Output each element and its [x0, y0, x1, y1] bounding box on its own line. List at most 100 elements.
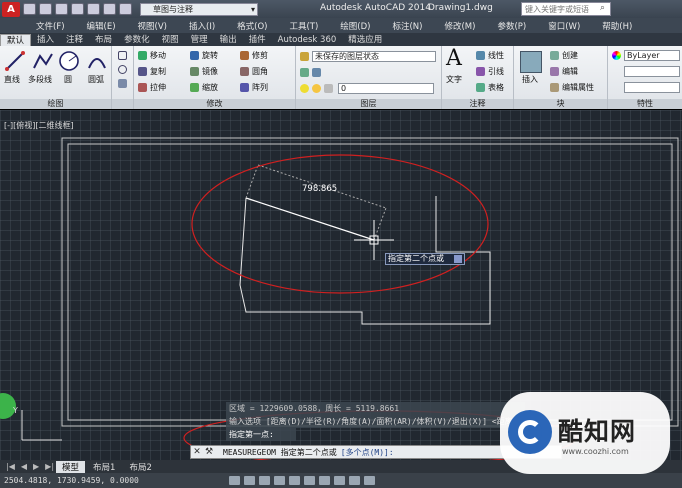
tab-output[interactable]: 输出 — [214, 34, 243, 46]
layer-on-icon[interactable] — [300, 84, 309, 93]
save-as-icon[interactable] — [71, 3, 84, 15]
search-icon[interactable]: ⌕ — [600, 3, 605, 13]
draw-panel-title[interactable]: 绘图 — [0, 99, 111, 109]
menu-view[interactable]: 视图(V) — [138, 20, 167, 32]
trim-label[interactable]: 修剪 — [252, 50, 268, 61]
current-layer-select[interactable]: 0 — [338, 83, 434, 94]
lineweight-select[interactable] — [624, 66, 680, 77]
rotate-label[interactable]: 旋转 — [202, 50, 218, 61]
move-icon[interactable] — [138, 51, 147, 60]
edit-block-icon[interactable] — [550, 67, 559, 76]
leader-label[interactable]: 引线 — [488, 66, 504, 77]
menu-insert[interactable]: 插入(I) — [189, 20, 215, 32]
trim-icon[interactable] — [240, 51, 249, 60]
tab-nav-prev-icon[interactable]: ◀ — [21, 462, 27, 471]
edit-attributes-icon[interactable] — [550, 83, 559, 92]
scale-label[interactable]: 缩放 — [202, 82, 218, 93]
hatch-icon[interactable] — [118, 79, 127, 88]
menu-edit[interactable]: 编辑(E) — [87, 20, 116, 32]
menu-tools[interactable]: 工具(T) — [289, 20, 318, 32]
scale-icon[interactable] — [190, 83, 199, 92]
autocad-logo-icon[interactable]: A — [2, 1, 20, 17]
text-icon[interactable]: A — [446, 46, 462, 71]
menu-modify[interactable]: 修改(M) — [444, 20, 475, 32]
move-label[interactable]: 移动 — [150, 50, 166, 61]
ducs-icon[interactable] — [318, 476, 330, 485]
layers-panel-title[interactable]: 图层 — [296, 99, 441, 109]
menu-dimension[interactable]: 标注(N) — [392, 20, 422, 32]
tab-insert[interactable]: 插入 — [31, 34, 60, 46]
redo-icon[interactable] — [119, 3, 132, 15]
workspace-select[interactable]: 草图与注释 — [140, 2, 258, 16]
command-option[interactable]: [多个点(M)]: — [341, 447, 394, 458]
edit-attributes-label[interactable]: 编辑属性 — [562, 82, 594, 93]
layer-tool-2-icon[interactable] — [312, 68, 321, 77]
fillet-label[interactable]: 圆角 — [252, 66, 268, 77]
menu-window[interactable]: 窗口(W) — [548, 20, 580, 32]
edit-block-label[interactable]: 编辑 — [562, 66, 578, 77]
new-file-icon[interactable] — [23, 3, 36, 15]
layer-freeze-icon[interactable] — [312, 84, 321, 93]
stretch-icon[interactable] — [138, 83, 147, 92]
ortho-icon[interactable] — [258, 476, 270, 485]
properties-panel-title[interactable]: 特性 — [608, 99, 682, 109]
tab-manage[interactable]: 管理 — [185, 34, 214, 46]
undo-icon[interactable] — [103, 3, 116, 15]
coordinate-readout[interactable]: 2504.4818, 1730.9459, 0.0000 — [4, 476, 139, 485]
fillet-icon[interactable] — [240, 67, 249, 76]
tooltip-options-icon[interactable] — [454, 255, 462, 263]
menu-file[interactable]: 文件(F) — [36, 20, 65, 32]
create-block-icon[interactable] — [550, 51, 559, 60]
menu-parametric[interactable]: 参数(P) — [497, 20, 526, 32]
annotation-panel-title[interactable]: 注释 — [442, 99, 513, 109]
insert-block-label[interactable]: 插入 — [522, 74, 538, 85]
layer-properties-icon[interactable] — [300, 52, 309, 61]
text-label[interactable]: 文字 — [446, 74, 462, 85]
layer-tool-icon[interactable] — [300, 68, 309, 77]
layer-state-select[interactable]: 未保存的图层状态 — [312, 51, 436, 62]
tab-autodesk-360[interactable]: Autodesk 360 — [272, 34, 343, 46]
tab-plugins[interactable]: 插件 — [243, 34, 272, 46]
tab-layout[interactable]: 布局 — [89, 34, 118, 46]
insert-block-icon[interactable] — [520, 51, 542, 73]
lineweight-icon[interactable] — [348, 476, 360, 485]
table-icon[interactable] — [476, 83, 485, 92]
stretch-label[interactable]: 拉伸 — [150, 82, 166, 93]
grid-icon[interactable] — [243, 476, 255, 485]
tab-parametric[interactable]: 参数化 — [118, 34, 156, 46]
mirror-icon[interactable] — [190, 67, 199, 76]
tab-nav-next-icon[interactable]: ▶ — [33, 462, 39, 471]
copy-label[interactable]: 复制 — [150, 66, 166, 77]
circle-icon[interactable] — [58, 50, 80, 72]
linear-dim-icon[interactable] — [476, 51, 485, 60]
dyn-icon[interactable] — [333, 476, 345, 485]
color-select[interactable]: ByLayer — [624, 50, 680, 61]
tab-featured-apps[interactable]: 精选应用 — [342, 34, 388, 46]
color-wheel-icon[interactable] — [612, 51, 621, 60]
ellipse-icon[interactable] — [118, 65, 127, 74]
array-label[interactable]: 阵列 — [252, 82, 268, 93]
dynamic-input-tooltip[interactable]: 指定第二个点或 — [385, 253, 465, 265]
save-icon[interactable] — [55, 3, 68, 15]
search-input[interactable]: 键入关键字或短语 — [521, 2, 611, 16]
modify-panel-title[interactable]: 修改 — [134, 99, 295, 109]
rectangle-icon[interactable] — [118, 51, 127, 60]
linetype-select[interactable] — [624, 82, 680, 93]
menu-format[interactable]: 格式(O) — [237, 20, 267, 32]
tab-layout2[interactable]: 布局2 — [123, 461, 157, 473]
rotate-icon[interactable] — [190, 51, 199, 60]
create-block-label[interactable]: 创建 — [562, 50, 578, 61]
menu-draw[interactable]: 绘图(D) — [340, 20, 370, 32]
table-label[interactable]: 表格 — [488, 82, 504, 93]
otrack-icon[interactable] — [303, 476, 315, 485]
transparency-icon[interactable] — [363, 476, 375, 485]
polar-icon[interactable] — [273, 476, 285, 485]
arc-icon[interactable] — [86, 50, 108, 72]
close-icon[interactable]: ✕ — [191, 447, 203, 457]
open-file-icon[interactable] — [39, 3, 52, 15]
menu-help[interactable]: 帮助(H) — [602, 20, 632, 32]
block-panel-title[interactable]: 块 — [514, 99, 607, 109]
tab-nav-last-icon[interactable]: ▶| — [45, 462, 54, 471]
linear-dim-label[interactable]: 线性 — [488, 50, 504, 61]
array-icon[interactable] — [240, 83, 249, 92]
